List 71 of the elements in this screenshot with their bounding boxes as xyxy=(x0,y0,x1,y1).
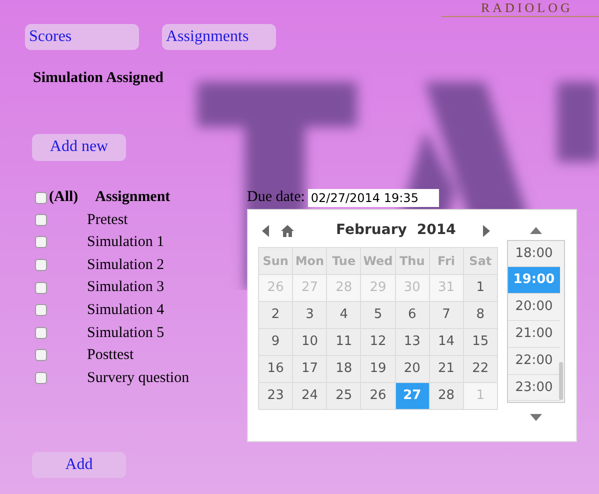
day-cell[interactable]: 23 xyxy=(259,382,294,410)
weekday-header: Wed xyxy=(361,248,396,274)
day-cell[interactable]: 3 xyxy=(293,302,328,328)
checkbox[interactable] xyxy=(35,304,47,316)
checkbox[interactable] xyxy=(35,349,47,362)
add-new-button[interactable]: Add new xyxy=(32,134,126,160)
weekday-header: Thu xyxy=(396,248,430,274)
weekday-header: Tue xyxy=(327,248,362,274)
month-label: February xyxy=(336,221,407,240)
day-cell[interactable]: 10 xyxy=(293,328,328,356)
day-cell[interactable]: 6 xyxy=(396,302,430,328)
nav-button[interactable]: Assignments xyxy=(162,24,276,50)
day-cell[interactable]: 26 xyxy=(361,382,396,410)
assignment-label: Simulation 5 xyxy=(87,324,164,343)
assignment-label: Survery question xyxy=(87,368,190,388)
day-cell[interactable]: 13 xyxy=(396,328,430,356)
scrollbar-thumb[interactable] xyxy=(559,362,563,400)
day-cell[interactable]: 14 xyxy=(430,328,464,356)
all-label: (All) xyxy=(49,188,78,208)
day-cell[interactable]: 2 xyxy=(259,302,294,328)
day-cell[interactable]: 20 xyxy=(396,356,430,382)
day-cell[interactable]: 9 xyxy=(259,328,294,356)
page-title: Simulation Assigned xyxy=(33,69,164,88)
day-cell[interactable]: 22 xyxy=(464,356,498,382)
day-cell[interactable]: 4 xyxy=(327,302,362,328)
assignment-label: Simulation 3 xyxy=(87,278,164,298)
nav-button[interactable]: Scores xyxy=(25,24,139,50)
day-cell[interactable]: 17 xyxy=(293,356,328,382)
assignment-label: Simulation 1 xyxy=(87,233,164,252)
checkbox[interactable] xyxy=(35,236,47,248)
due-date-label: Due date: xyxy=(247,188,305,208)
add-button[interactable]: Add xyxy=(32,452,126,478)
checkbox[interactable] xyxy=(35,258,47,271)
weekday-header: Sat xyxy=(464,248,498,274)
day-cell[interactable]: 7 xyxy=(430,302,464,328)
checkbox[interactable] xyxy=(35,326,47,339)
checkbox[interactable] xyxy=(35,192,47,204)
day-cell[interactable]: 11 xyxy=(327,328,362,356)
day-cell[interactable]: 24 xyxy=(293,382,328,410)
day-cell[interactable]: 15 xyxy=(464,328,498,356)
checkbox[interactable] xyxy=(35,372,47,384)
home-icon[interactable] xyxy=(281,224,294,236)
year-label: 2014 xyxy=(416,221,456,240)
weekday-header: Mon xyxy=(293,248,328,274)
day-cell[interactable]: 8 xyxy=(464,302,498,328)
day-cell[interactable]: 21 xyxy=(430,356,464,382)
assignment-label: Posttest xyxy=(87,346,134,366)
scroll-down-icon[interactable] xyxy=(530,414,542,420)
weekday-header: Sun xyxy=(259,248,294,274)
header-logo-text: RADIOLOG xyxy=(441,0,599,17)
assignment-label: Simulation 2 xyxy=(87,256,164,275)
day-cell[interactable]: 12 xyxy=(361,328,396,356)
previous-month-icon[interactable] xyxy=(262,224,269,236)
time-option[interactable]: 20:00 xyxy=(508,294,560,321)
day-cell[interactable]: 25 xyxy=(327,382,362,410)
day-cell[interactable]: 1 xyxy=(464,274,498,302)
day-cell[interactable]: 18 xyxy=(327,356,362,382)
next-month-icon[interactable] xyxy=(482,224,490,236)
day-cell[interactable]: 19 xyxy=(361,356,396,382)
day-cell[interactable]: 16 xyxy=(259,356,294,382)
assignment-label: Pretest xyxy=(87,210,128,230)
weekday-header: Fri xyxy=(430,248,464,274)
column-heading: Assignment xyxy=(95,188,170,208)
assignment-label: Simulation 4 xyxy=(87,300,164,320)
time-option[interactable]: 21:00 xyxy=(508,320,560,348)
scroll-up-icon[interactable] xyxy=(530,226,542,234)
checkbox[interactable] xyxy=(35,214,47,226)
day-cell[interactable]: 28 xyxy=(430,382,464,410)
checkbox[interactable] xyxy=(35,282,47,294)
day-cell[interactable]: 5 xyxy=(361,302,396,328)
due-date-field[interactable]: 02/27/2014 19:35 xyxy=(308,188,439,206)
